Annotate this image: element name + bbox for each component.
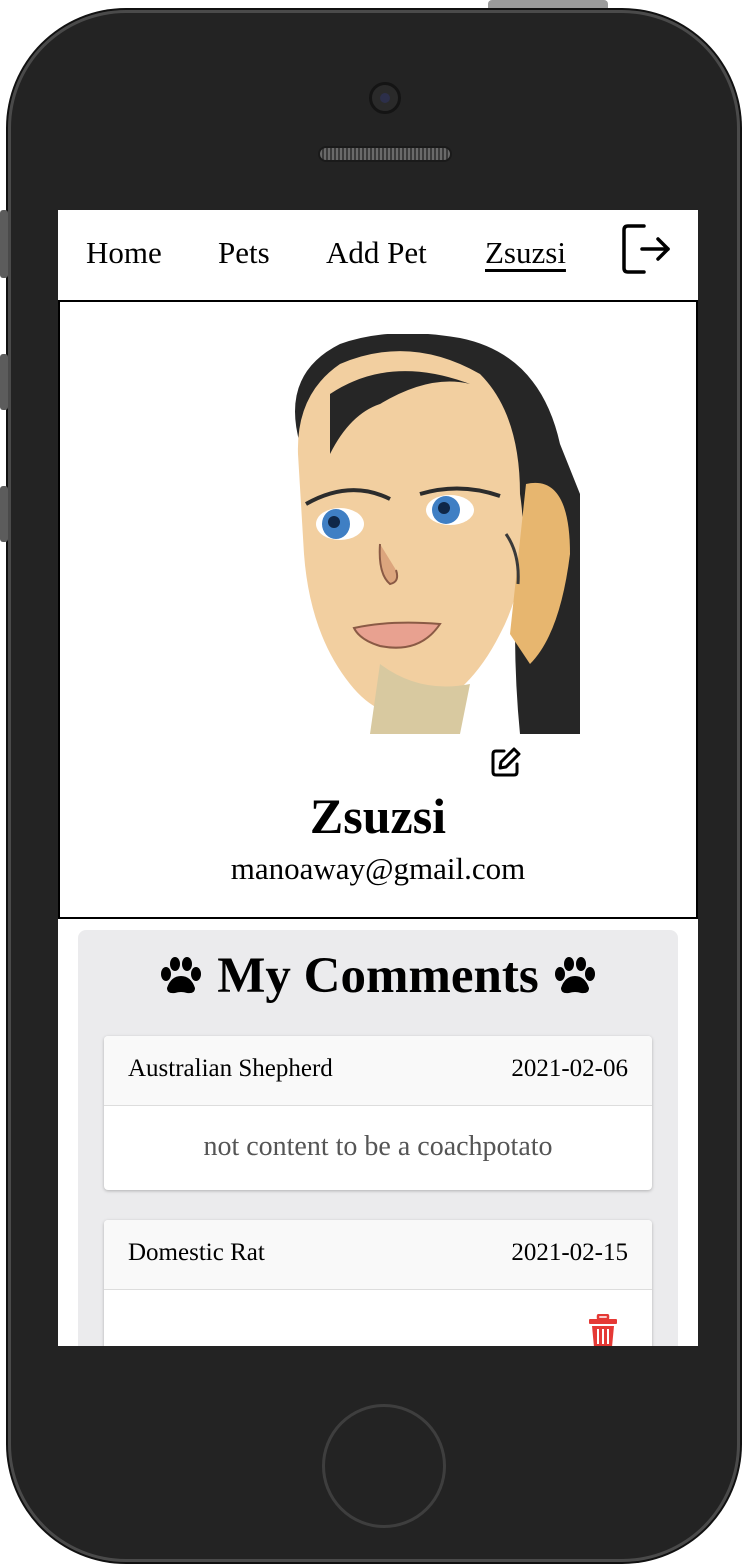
profile-email: manoaway@gmail.com [230,851,526,886]
trash-icon[interactable] [588,1314,618,1346]
comments-section: My Comments Australian Shepherd 2021-02-… [78,930,678,1346]
comments-title: My Comments [217,948,539,1004]
app-screen: Home Pets Add Pet Zsuzsi Zsuzsi manoaway… [58,210,698,1346]
nav-add-pet-link[interactable]: Add Pet [326,234,427,272]
nav-home-link[interactable]: Home [86,234,162,272]
comment-header: Australian Shepherd 2021-02-06 [104,1036,652,1106]
logout-icon[interactable] [620,222,672,276]
mute-switch [0,210,8,278]
paw-icon [554,957,595,994]
nav-profile-link[interactable]: Zsuzsi [485,234,566,272]
comment-date: 2021-02-06 [511,1055,628,1082]
comment-date: 2021-02-15 [511,1239,628,1266]
comment-card: Domestic Rat 2021-02-15 [104,1220,652,1346]
profile-name: Zsuzsi [309,788,447,844]
comment-text: not content to be a coachpotato [203,1131,553,1162]
comment-pet-name: Australian Shepherd [128,1055,333,1082]
comment-pet-name: Domestic Rat [128,1239,265,1266]
volume-up-button [0,354,8,410]
comments-heading: My Comments [78,948,678,1004]
comment-card: Australian Shepherd 2021-02-06 not conte… [104,1036,652,1190]
comment-header: Domestic Rat 2021-02-15 [104,1220,652,1290]
profile-avatar [270,334,580,734]
front-camera [369,82,401,114]
paw-icon [161,957,202,994]
comment-body [104,1290,652,1346]
top-navigation: Home Pets Add Pet Zsuzsi [58,210,698,300]
edit-icon[interactable] [490,746,522,778]
profile-card: Zsuzsi manoaway@gmail.com [58,300,698,919]
earpiece-speaker [318,146,452,162]
volume-down-button [0,486,8,542]
home-button [322,1404,446,1528]
nav-pets-link[interactable]: Pets [218,234,270,272]
